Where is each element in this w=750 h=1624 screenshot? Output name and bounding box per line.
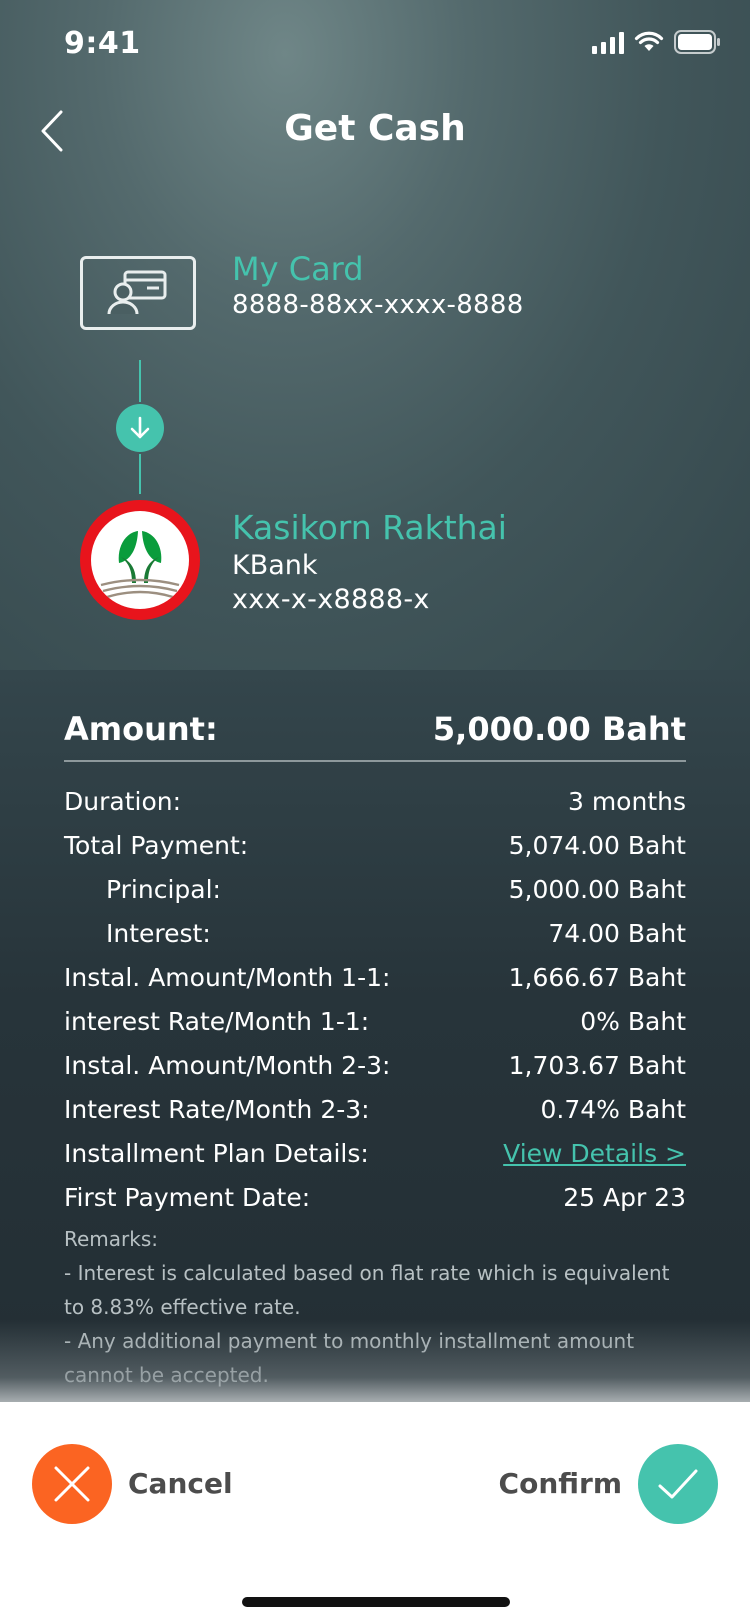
- detail-value: 25 Apr 23: [563, 1183, 686, 1212]
- destination-account: xxx-x-x8888-x: [232, 584, 430, 615]
- detail-label: Interest Rate/Month 2-3:: [64, 1095, 370, 1124]
- home-indicator: [242, 1597, 510, 1607]
- action-bar: [0, 1402, 750, 1624]
- detail-list: Duration: 3 months Total Payment: 5,074.…: [64, 780, 686, 1220]
- get-cash-screen: 9:41 Get Cash My Card 8888-88xx-xxxx-888…: [0, 0, 750, 1624]
- detail-row-instal-1-1: Instal. Amount/Month 1-1: 1,666.67 Baht: [64, 956, 686, 1000]
- confirm-button[interactable]: [638, 1444, 718, 1524]
- detail-value: 0% Baht: [580, 1007, 686, 1036]
- connector-line-bottom: [139, 454, 141, 494]
- detail-row-principal: Principal: 5,000.00 Baht: [64, 868, 686, 912]
- detail-value: 1,703.67 Baht: [508, 1051, 686, 1080]
- remarks: Remarks: - Interest is calculated based …: [64, 1222, 694, 1392]
- detail-value: 0.74% Baht: [540, 1095, 686, 1124]
- detail-value: 3 months: [567, 787, 686, 816]
- wifi-icon: [634, 31, 664, 51]
- detail-row-rate-2-3: Interest Rate/Month 2-3: 0.74% Baht: [64, 1088, 686, 1132]
- detail-label: Installment Plan Details:: [64, 1139, 369, 1168]
- detail-label: Principal:: [106, 875, 221, 904]
- kbank-logo: [80, 500, 200, 620]
- destination-bank: KBank: [232, 550, 318, 581]
- amount-row: Amount: 5,000.00 Baht: [64, 710, 686, 762]
- detail-row-interest: Interest: 74.00 Baht: [64, 912, 686, 956]
- connector-line-top: [139, 360, 141, 402]
- source-card-number: 8888-88xx-xxxx-8888: [232, 290, 524, 320]
- id-card-icon: [107, 270, 167, 315]
- detail-value: 74.00 Baht: [548, 919, 686, 948]
- status-icons: [592, 30, 720, 54]
- detail-row-instal-2-3: Instal. Amount/Month 2-3: 1,703.67 Baht: [64, 1044, 686, 1088]
- detail-value: 5,074.00 Baht: [508, 831, 686, 860]
- remark-item: - Any additional payment to monthly inst…: [64, 1329, 635, 1387]
- card-icon: [80, 256, 196, 330]
- cancel-label[interactable]: Cancel: [128, 1467, 233, 1500]
- close-icon: [54, 1466, 90, 1502]
- confirm-label[interactable]: Confirm: [499, 1467, 622, 1500]
- detail-label: Interest:: [106, 919, 211, 948]
- transfer-summary-panel: 9:41 Get Cash My Card 8888-88xx-xxxx-888…: [0, 0, 750, 670]
- detail-label: interest Rate/Month 1-1:: [64, 1007, 370, 1036]
- remark-item: - Interest is calculated based on flat r…: [64, 1261, 670, 1319]
- remarks-title: Remarks:: [64, 1227, 159, 1251]
- detail-label: Instal. Amount/Month 1-1:: [64, 963, 391, 992]
- detail-row-rate-1-1: interest Rate/Month 1-1: 0% Baht: [64, 1000, 686, 1044]
- detail-row-total-payment: Total Payment: 5,074.00 Baht: [64, 824, 686, 868]
- detail-row-duration: Duration: 3 months: [64, 780, 686, 824]
- page-title: Get Cash: [284, 108, 466, 149]
- detail-row-plan-details: Installment Plan Details: View Details >: [64, 1132, 686, 1176]
- amount-label: Amount:: [64, 710, 218, 748]
- detail-label: Instal. Amount/Month 2-3:: [64, 1051, 391, 1080]
- destination-name: Kasikorn Rakthai: [232, 508, 507, 547]
- transfer-arrow: [116, 404, 164, 452]
- cancel-button[interactable]: [32, 1444, 112, 1524]
- kbank-leaf-icon: [100, 531, 180, 599]
- check-icon: [658, 1469, 698, 1499]
- detail-label: Total Payment:: [64, 831, 249, 860]
- amount-value: 5,000.00 Baht: [432, 710, 686, 748]
- kbank-logo-inner: [91, 511, 189, 609]
- detail-row-first-payment: First Payment Date: 25 Apr 23: [64, 1176, 686, 1220]
- view-details-link[interactable]: View Details >: [503, 1132, 686, 1176]
- detail-value: 5,000.00 Baht: [508, 875, 686, 904]
- status-time: 9:41: [64, 26, 141, 61]
- detail-label: First Payment Date:: [64, 1183, 311, 1212]
- arrow-down-icon: [130, 416, 150, 439]
- battery-icon: [674, 30, 720, 54]
- source-title: My Card: [232, 250, 364, 288]
- detail-value: 1,666.67 Baht: [508, 963, 686, 992]
- cellular-signal-icon: [592, 30, 624, 54]
- detail-label: Duration:: [64, 787, 182, 816]
